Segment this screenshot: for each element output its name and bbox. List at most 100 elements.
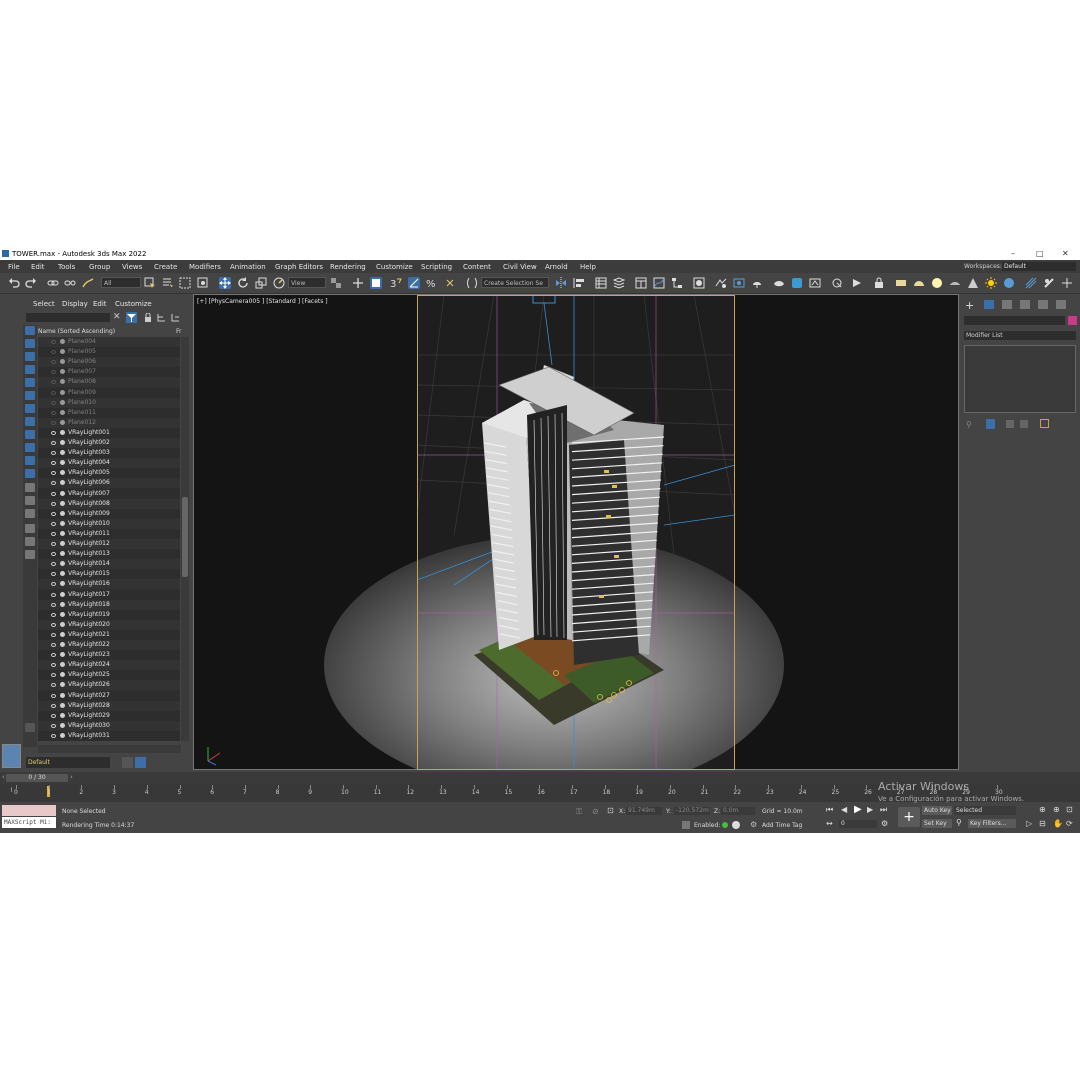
light-bulb-icon[interactable] [60,460,65,466]
light-bulb-icon[interactable] [60,561,65,567]
visibility-eye-icon[interactable] [51,653,56,658]
object-dot-icon[interactable] [60,409,65,415]
list-item[interactable]: VRayLight017 [38,589,180,600]
snaps-toggle-icon[interactable]: 3 [390,277,402,289]
visibility-eye-icon[interactable] [51,542,56,546]
create-tab-icon[interactable]: + [965,299,974,312]
visibility-eye-icon[interactable] [51,340,56,344]
zoom-icon[interactable]: ⊕ [1039,805,1046,814]
visibility-eye-icon[interactable] [51,612,56,617]
menu-graph-editors[interactable]: Graph Editors [275,263,323,271]
funnel-icon[interactable] [25,537,35,546]
list-item[interactable]: VRayLight006 [38,478,180,489]
layers-sort-icon[interactable] [171,313,180,322]
previous-frame-icon[interactable]: ◀ [841,805,847,814]
select-and-rotate-icon[interactable] [237,277,249,289]
visibility-eye-icon[interactable] [51,420,56,425]
key-tangent-icon[interactable]: ⚲ [956,818,962,827]
select-and-scale-icon[interactable] [255,277,267,289]
list-item[interactable]: VRayLight020 [38,619,180,630]
show-end-result-icon[interactable] [986,419,995,429]
layer-explorer-icon[interactable] [613,277,625,289]
absolute-mode-icon[interactable]: ⊡ [607,806,614,815]
filter-lights-icon[interactable] [25,352,35,361]
tab-display[interactable]: Display [62,300,88,308]
hierarchy-icon[interactable] [157,313,166,322]
schematic-view-icon[interactable] [671,277,683,289]
list-item[interactable]: VRayLight011 [38,528,180,539]
toggle-ribbon-icon[interactable] [635,277,647,289]
light-bulb-icon[interactable] [60,470,65,476]
tab-select[interactable]: Select [33,300,55,308]
light-bulb-icon[interactable] [60,490,65,496]
list-item[interactable]: VRayLight025 [38,670,180,681]
visibility-eye-icon[interactable] [51,663,56,668]
render-in-cloud-icon[interactable] [773,277,785,289]
motion-tab-icon[interactable] [1020,300,1030,309]
maxscript-listener-output[interactable] [2,805,56,816]
light-bulb-icon[interactable] [60,712,65,718]
render-setup-icon[interactable] [715,277,727,289]
object-dot-icon[interactable] [60,419,65,425]
orbit-icon[interactable]: ⟳ [1066,819,1073,828]
list-item[interactable]: VRayLight012 [38,539,180,549]
visibility-eye-icon[interactable] [51,501,56,506]
object-dot-icon[interactable] [60,389,65,395]
menu-modifiers[interactable]: Modifiers [189,263,221,271]
visibility-eye-icon[interactable] [51,632,56,637]
vray-ies-icon[interactable] [949,277,961,289]
lock-icon[interactable] [873,277,885,289]
visibility-eye-icon[interactable] [51,430,56,435]
object-dot-icon[interactable] [60,399,65,405]
list-item[interactable]: VRayLight028 [38,700,180,711]
visibility-eye-icon[interactable] [51,693,56,698]
zoom-all-icon[interactable]: ⊕ [1053,805,1060,814]
current-frame-field[interactable]: 0 [839,820,877,828]
visibility-eye-icon[interactable] [51,531,56,536]
filter-bones-icon[interactable] [25,430,35,439]
key-filters-button[interactable]: Key Filters... [968,819,1016,828]
light-bulb-icon[interactable] [60,450,65,456]
layer-dropdown[interactable]: Default [26,757,110,768]
light-bulb-icon[interactable] [60,672,65,678]
light-bulb-icon[interactable] [60,530,65,536]
filter-icon[interactable] [126,312,137,323]
prev-frame-arrow-icon[interactable]: ‹ [2,773,5,781]
selection-lock-icon[interactable]: ⊘ [592,807,599,816]
object-dot-icon[interactable] [60,359,65,365]
vray-plane-icon[interactable] [895,277,907,289]
set-key-button[interactable]: Set Key [922,819,952,828]
list-item[interactable]: Plane004 [38,337,180,347]
list-item[interactable]: VRayLight016 [38,579,180,590]
modifier-list-dropdown[interactable]: Modifier List [964,331,1076,340]
enabled-indicator-icon[interactable] [722,822,728,828]
menu-tools[interactable]: Tools [58,263,75,271]
filter-cameras-icon[interactable] [25,365,35,374]
auto-key-button[interactable]: Auto Key [922,806,952,815]
filter-shapes-icon[interactable] [25,339,35,348]
tab-edit[interactable]: Edit [93,300,107,308]
visibility-eye-icon[interactable] [51,360,56,365]
field-of-view-icon[interactable]: ⊟ [1039,819,1046,828]
a360-gallery-icon[interactable] [791,277,803,289]
vertical-scrollbar[interactable] [181,337,189,741]
light-bulb-icon[interactable] [60,732,65,738]
list-item[interactable]: VRayLight014 [38,559,180,570]
visibility-eye-icon[interactable] [51,481,56,486]
column-header[interactable]: Name (Sorted Ascending) Fr [38,327,190,337]
list-item[interactable]: VRayLight031 [38,730,180,741]
visibility-eye-icon[interactable] [51,572,56,577]
play-icon[interactable]: ▶ [854,804,862,815]
vray-mesh-light-icon[interactable] [967,277,979,289]
light-bulb-icon[interactable] [60,642,65,647]
light-bulb-icon[interactable] [60,429,65,435]
list-item[interactable]: VRayLight026 [38,680,180,691]
visibility-eye-icon[interactable] [51,451,56,456]
scene-explorer-icon[interactable] [595,277,607,289]
vray-toolbar-icon[interactable] [831,277,843,289]
list-item[interactable]: VRayLight013 [38,549,180,560]
vray-ambient-light-icon[interactable] [1003,277,1015,289]
list-item[interactable]: Plane005 [38,347,180,358]
list-item[interactable]: Plane007 [38,367,180,378]
scrollbar-thumb[interactable] [182,497,188,577]
